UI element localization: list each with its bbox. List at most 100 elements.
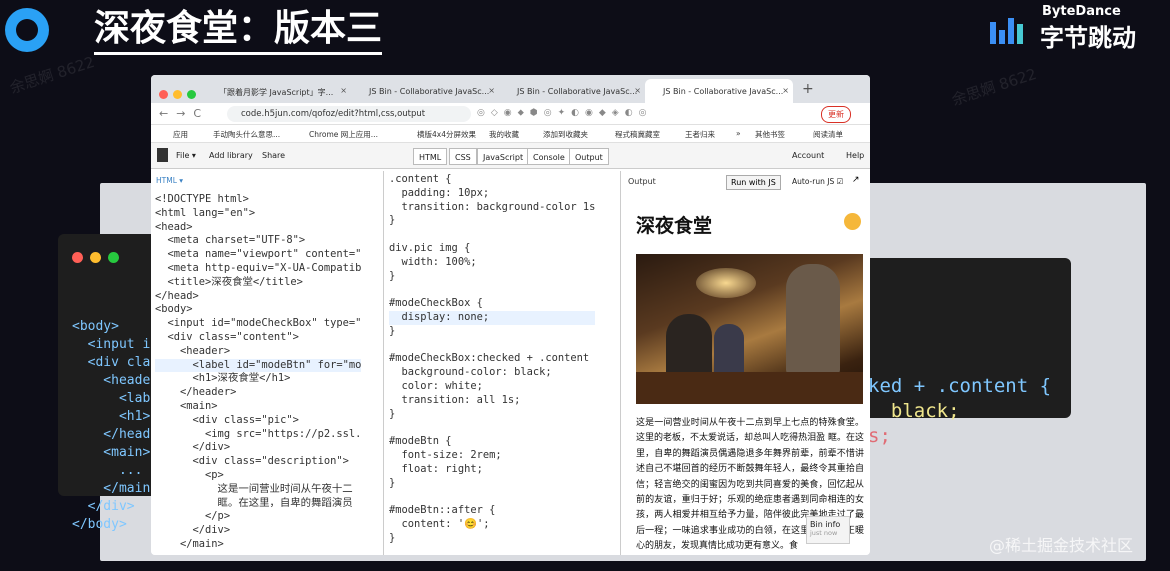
code-line[interactable]: display: none; (389, 310, 596, 325)
code-line[interactable]: } (389, 214, 595, 228)
code-line[interactable]: <div class="pic"> (155, 414, 361, 428)
code-line[interactable] (389, 421, 595, 435)
code-line[interactable]: } (389, 477, 595, 491)
code-line[interactable]: content: '😊'; (389, 518, 595, 532)
code-line[interactable]: <div class="content"> (155, 331, 361, 345)
code-line[interactable] (389, 228, 595, 242)
code-line[interactable]: #modeCheckBox { (389, 297, 595, 311)
code-line[interactable]: </head> (155, 290, 361, 304)
code-line[interactable]: font-size: 2rem; (389, 449, 595, 463)
code-line[interactable]: <div class="description"> (155, 455, 361, 469)
code-line[interactable]: <h1>深夜食堂</h1> (155, 372, 361, 386)
panel-tab-console[interactable]: Console (527, 148, 571, 165)
code-line[interactable]: color: white; (389, 380, 595, 394)
code-line[interactable]: background-color: black; (389, 366, 595, 380)
code-line[interactable]: <main> (155, 400, 361, 414)
code-line[interactable]: 眶。在这里，自卑的舞蹈演员 (155, 497, 361, 511)
panel-tab-javascript[interactable]: JavaScript (477, 148, 530, 165)
bookmark-item[interactable]: 我的收藏 (489, 129, 519, 140)
nav-buttons[interactable]: ←→C (159, 107, 209, 120)
code-line[interactable]: div.pic img { (389, 242, 595, 256)
code-line[interactable]: <!DOCTYPE html> (155, 193, 361, 207)
code-line[interactable]: <img src="https://p2.ssl. (155, 428, 361, 442)
autorun-checkbox[interactable]: Auto-run JS ☑ (792, 177, 843, 186)
code-line[interactable]: </main> (155, 538, 361, 552)
bookmark-item[interactable]: 阅读清单 (813, 129, 843, 140)
extension-icons[interactable]: ◎◇◉⬥⬢◎✦◐◉◆◈◐◎ (477, 108, 652, 118)
html-pane[interactable]: HTML ▾ <!DOCTYPE html> <html lang="en"> <h… (151, 171, 384, 555)
code-line[interactable]: } (389, 325, 595, 339)
new-tab-icon[interactable]: + (802, 81, 814, 97)
panel-tab-css[interactable]: CSS (449, 148, 477, 165)
code-line[interactable]: #modeCheckBox:checked + .content (389, 352, 595, 366)
bin-info-button[interactable]: Bin info just now (806, 516, 850, 544)
code-line[interactable]: transition: background-color 1s (389, 201, 596, 215)
bytedance-logo: ByteDance 字节跳动 (990, 4, 1165, 52)
css-code[interactable]: .content { padding: 10px; transition: ba… (389, 173, 596, 546)
browser-tab-active[interactable]: JS Bin - Collaborative JavaSc... × (645, 79, 793, 103)
code-line[interactable]: </div> (155, 441, 361, 455)
code-line[interactable]: 这是一间营业时间从午夜十二 (155, 483, 361, 497)
css-pane[interactable]: .content { padding: 10px; transition: ba… (385, 171, 621, 555)
smiley-toggle-icon[interactable] (844, 213, 861, 230)
browser-tab[interactable]: JS Bin - Collaborative JavaSc... × (351, 79, 499, 103)
browser-tab[interactable]: JS Bin - Collaborative JavaSc... × (499, 79, 645, 103)
code-line[interactable]: } (389, 532, 595, 546)
add-library-button[interactable]: Add library (209, 151, 253, 160)
bookmark-item[interactable]: 应用 (173, 129, 188, 140)
code-line[interactable]: <header> (155, 345, 361, 359)
code-line[interactable] (389, 283, 595, 297)
share-button[interactable]: Share (262, 151, 285, 160)
code-line[interactable]: <html lang="en"> (155, 207, 361, 221)
bookmark-item[interactable]: 横版4x4分屏效果 (417, 129, 476, 140)
bookmark-item[interactable]: 添加到收藏夹 (543, 129, 588, 140)
account-button[interactable]: Account (792, 151, 824, 160)
code-line[interactable]: width: 100%; (389, 256, 595, 270)
bookmark-item[interactable]: 其他书签 (755, 129, 785, 140)
code-line[interactable]: <p> (155, 469, 361, 483)
update-button[interactable]: 更新 (821, 106, 851, 123)
bookmark-item[interactable]: Chrome 网上应用... (309, 129, 378, 140)
code-line[interactable]: </p> (155, 510, 361, 524)
panel-tab-html[interactable]: HTML (413, 148, 448, 165)
output-header: Output Run with JS Auto-run JS ☑ ↗ (622, 171, 870, 193)
run-with-js-button[interactable]: Run with JS (726, 175, 781, 190)
help-button[interactable]: Help (846, 151, 864, 160)
code-line[interactable]: <meta name="viewport" content=" (155, 248, 362, 262)
code-line[interactable]: <meta http-equiv="X-UA-Compatib (155, 262, 362, 276)
code-line[interactable]: <title>深夜食堂</title> (155, 276, 361, 290)
code-line[interactable]: <head> (155, 221, 361, 235)
code-line[interactable]: .content { (389, 173, 595, 187)
code-line[interactable]: <meta charset="UTF-8"> (155, 234, 361, 248)
window-controls[interactable] (159, 84, 201, 103)
dark-code-left: <body> <input i <div cla <heade <lab <h1… (72, 319, 151, 532)
quanta-logo-icon (5, 8, 49, 52)
code-line[interactable]: <input id="modeCheckBox" type=" (155, 317, 362, 331)
panel-tab-output[interactable]: Output (569, 148, 609, 165)
code-line[interactable]: <label id="modeBtn" for="mo (155, 358, 362, 373)
code-line[interactable]: transition: all 1s; (389, 394, 595, 408)
bytedance-bars-icon (990, 12, 1030, 44)
bookmark-more[interactable]: » (736, 129, 741, 138)
code-line[interactable]: } (389, 408, 595, 422)
code-line[interactable] (389, 339, 595, 353)
bookmark-item[interactable]: 手动陶头什么意思... (213, 129, 280, 140)
file-menu[interactable]: File ▾ (176, 151, 196, 160)
html-code[interactable]: <!DOCTYPE html> <html lang="en"> <head> <m… (155, 193, 362, 552)
code-line[interactable] (389, 490, 595, 504)
expand-icon[interactable]: ↗ (852, 175, 860, 185)
bookmark-item[interactable]: 王者归来 (685, 129, 715, 140)
code-line[interactable]: padding: 10px; (389, 187, 595, 201)
code-line[interactable]: #modeBtn { (389, 435, 595, 449)
html-pane-label[interactable]: HTML ▾ (156, 176, 183, 185)
slide-title: 深夜食堂：版本三 (94, 6, 383, 55)
code-line[interactable]: </header> (155, 386, 361, 400)
browser-tab[interactable]: 「跟着月影学 JavaScript」字... × (201, 79, 351, 103)
code-line[interactable]: #modeBtn::after { (389, 504, 595, 518)
code-line[interactable]: float: right; (389, 463, 595, 477)
code-line[interactable]: <body> (155, 303, 361, 317)
bookmark-item[interactable]: 程式稿冀藏室 (615, 129, 660, 140)
code-line[interactable]: } (389, 270, 595, 284)
code-line[interactable]: </div> (155, 524, 361, 538)
url-input[interactable]: code.h5jun.com/qofoz/edit?html,css,outpu… (227, 106, 471, 122)
